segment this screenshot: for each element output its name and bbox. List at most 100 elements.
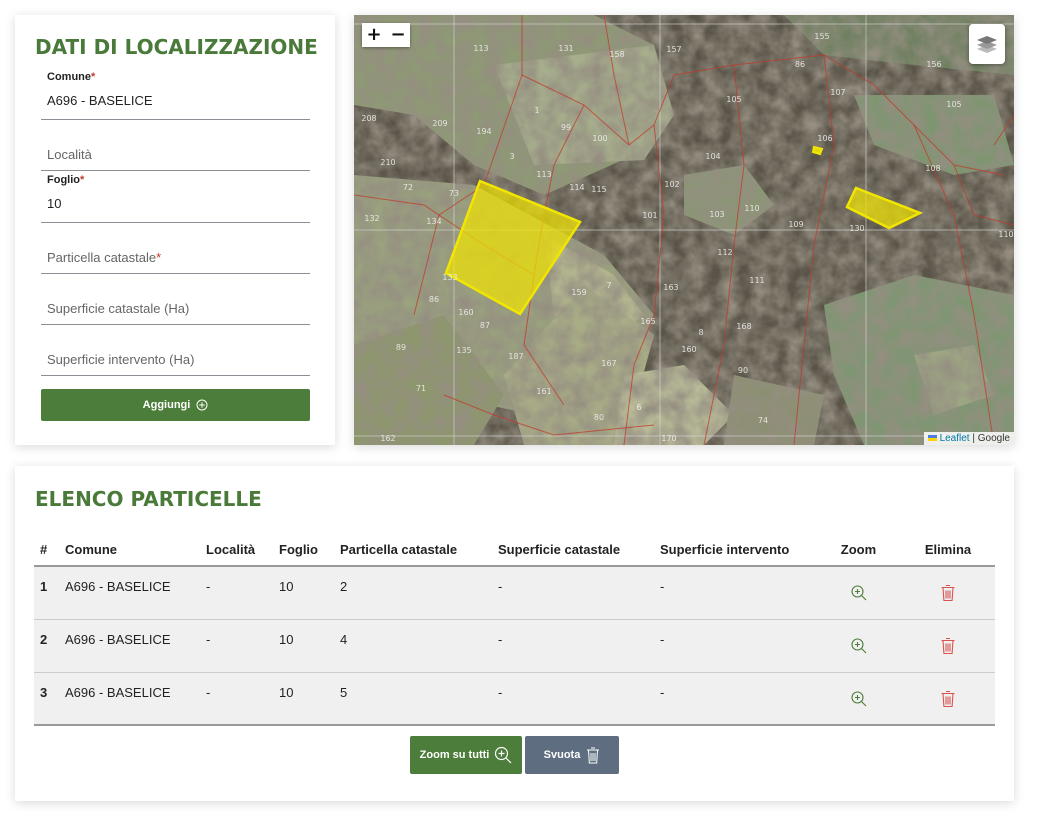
comune-input[interactable]	[41, 89, 310, 111]
cell-foglio: 10	[279, 684, 294, 700]
form-title: DATI DI LOCALIZZAZIONE	[35, 35, 318, 59]
satellite-map[interactable]: 113 13115815715586 15610710510519910020820…	[354, 15, 1014, 445]
parcel-number-label: 110	[744, 204, 759, 213]
cell-localita: -	[206, 631, 211, 647]
table-row: 2 A696 - BASELICE - 10 4 - -	[34, 619, 995, 672]
leaflet-link[interactable]: Leaflet	[940, 433, 970, 444]
col-header: Elimina	[901, 534, 995, 567]
cell-comune: A696 - BASELICE	[65, 579, 171, 594]
trash-icon[interactable]	[940, 637, 956, 655]
parcel-table: # Comune Località Foglio Particella cata…	[34, 534, 995, 726]
parcel-number-label: 71	[416, 384, 426, 393]
layers-button[interactable]	[969, 24, 1005, 64]
zoom-in-icon[interactable]	[850, 690, 868, 708]
localita-placeholder[interactable]: Località	[47, 147, 92, 162]
parcel-number-label: 162	[380, 434, 395, 443]
col-header: Località	[200, 534, 273, 567]
cell-superficie-intervento: -	[660, 579, 665, 594]
parcel-number-label: 1	[534, 106, 539, 115]
parcel-number-label: 132	[364, 214, 379, 223]
comune-field[interactable]: Comune*	[41, 71, 310, 120]
zoom-out-button[interactable]: −	[386, 23, 410, 47]
cell-comune: A696 - BASELICE	[65, 631, 171, 647]
parcel-number-label: 6	[636, 403, 641, 412]
parcel-number-label: 111	[749, 276, 764, 285]
parcel-number-label: 87	[480, 321, 490, 330]
parcel-number-label: 208	[361, 114, 376, 123]
parcel-number-label: 112	[717, 248, 732, 257]
parcel-number-label: 99	[561, 123, 571, 132]
parcel-number-label: 86	[429, 295, 439, 304]
parcel-number-label: 158	[609, 50, 624, 59]
zoom-button[interactable]	[816, 566, 901, 619]
trash-icon[interactable]	[940, 690, 956, 708]
delete-button[interactable]	[901, 566, 995, 619]
parcel-number-label: 167	[601, 359, 616, 368]
parcel-number-label: 109	[788, 220, 803, 229]
parcel-number-label: 108	[925, 164, 940, 173]
zoom-button[interactable]	[816, 672, 901, 725]
clear-button[interactable]: Svuota	[525, 736, 619, 774]
parcel-number-label: 131	[558, 44, 573, 53]
zoom-in-button[interactable]: +	[362, 23, 386, 47]
cell-foglio: 10	[279, 631, 294, 647]
parcel-number-label: 100	[592, 134, 607, 143]
parcel-number-label: 163	[663, 283, 678, 292]
parcel-number-label: 170	[661, 434, 676, 443]
localita-field[interactable]: Località	[41, 133, 310, 171]
foglio-input[interactable]	[41, 192, 310, 214]
parcel-number-label: 107	[830, 88, 845, 97]
cell-particella: 2	[340, 579, 348, 594]
layers-icon	[977, 36, 997, 53]
zoom-control: + −	[362, 23, 410, 47]
superficie-catastale-placeholder[interactable]: Superficie catastale (Ha)	[47, 301, 189, 316]
cell-comune: A696 - BASELICE	[65, 684, 171, 700]
col-header: Zoom	[816, 534, 901, 567]
foglio-field[interactable]: Foglio*	[41, 174, 310, 223]
col-header: Superficie intervento	[654, 534, 816, 567]
cell-localita: -	[206, 684, 211, 700]
parcel-number-label: 113	[473, 44, 488, 53]
delete-button[interactable]	[901, 619, 995, 672]
parcel-number-label: 74	[758, 416, 768, 425]
particella-placeholder: Particella catastale	[47, 250, 157, 265]
parcel-number-label: 155	[814, 32, 829, 41]
parcel-number-label: 105	[726, 95, 741, 104]
parcel-highlight[interactable]	[811, 145, 824, 156]
zoom-in-icon	[495, 746, 512, 764]
parcel-number-label: 86	[795, 60, 805, 69]
parcel-number-label: 113	[536, 170, 551, 179]
zoom-all-button[interactable]: Zoom su tutti	[410, 736, 522, 774]
parcel-number-label: 101	[642, 211, 657, 220]
zoom-button[interactable]	[816, 619, 901, 672]
parcel-number-label: 104	[705, 152, 720, 161]
required-mark: *	[156, 250, 162, 265]
parcel-number-label: 194	[476, 127, 491, 136]
trash-icon[interactable]	[940, 584, 956, 602]
cell-superficie-catastale: -	[498, 631, 503, 647]
col-header: Foglio	[273, 534, 334, 567]
parcel-number-label: 165	[640, 317, 655, 326]
delete-button[interactable]	[901, 672, 995, 725]
parcel-number-label: 209	[432, 119, 447, 128]
superficie-intervento-field[interactable]: Superficie intervento (Ha)	[41, 337, 310, 376]
parcel-number-label: 7	[606, 281, 611, 290]
plus-circle-icon	[196, 399, 208, 411]
parcel-number-label: 89	[396, 343, 406, 352]
zoom-in-icon[interactable]	[850, 637, 868, 655]
add-button[interactable]: Aggiungi	[41, 389, 310, 421]
zoom-in-icon[interactable]	[850, 584, 868, 602]
superficie-catastale-field[interactable]: Superficie catastale (Ha)	[41, 286, 310, 325]
parcel-number-label: 72	[403, 183, 413, 192]
parcel-number-label: 134	[426, 217, 441, 226]
clear-label: Svuota	[543, 749, 581, 761]
particella-field[interactable]: Particella catastale*	[41, 235, 310, 274]
parcel-number-label: 133	[442, 273, 457, 282]
parcel-number-label: 73	[449, 189, 459, 198]
ukraine-flag-icon	[927, 435, 937, 442]
parcel-number-label: 135	[456, 346, 471, 355]
map[interactable]: 113 131 158 157 155 86 156 107 105 105 1 99 100 208 20…	[354, 15, 1014, 445]
cell-localita: -	[206, 579, 211, 594]
superficie-intervento-placeholder[interactable]: Superficie intervento (Ha)	[47, 352, 194, 367]
cell-superficie-catastale: -	[498, 579, 503, 594]
